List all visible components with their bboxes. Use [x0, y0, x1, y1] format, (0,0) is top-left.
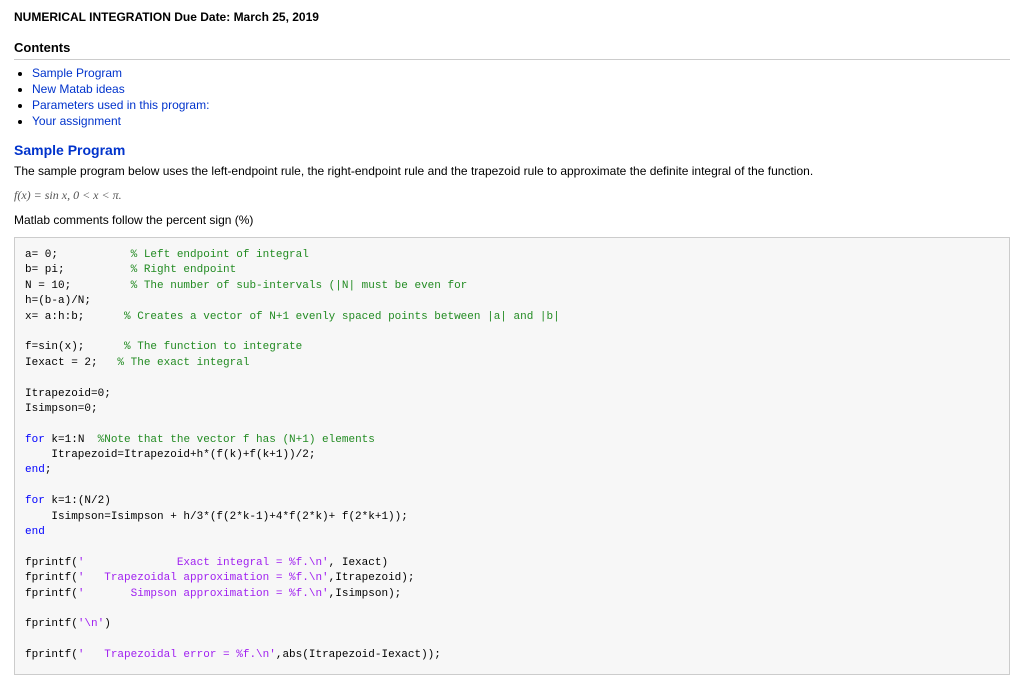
code-text: Itrapezoid=Itrapezoid+h*(f(k)+f(k+1))/2; [25, 449, 315, 461]
code-text: fprintf( [25, 588, 78, 600]
code-text: ,abs(Itrapezoid-Iexact)); [276, 649, 441, 661]
toc-link-your-assignment[interactable]: Your assignment [32, 114, 121, 128]
code-text: k=1:(N/2) [45, 495, 111, 507]
matlab-comment-note: Matlab comments follow the percent sign … [14, 213, 1010, 227]
toc-item: Sample Program [32, 66, 1010, 80]
divider [14, 59, 1010, 60]
code-comment: % Right endpoint [131, 264, 237, 276]
code-keyword: for [25, 495, 45, 507]
code-text: k=1:N [45, 434, 98, 446]
code-comment: % Left endpoint of integral [131, 249, 309, 261]
toc-list: Sample Program New Matab ideas Parameter… [32, 66, 1010, 128]
code-comment: % Creates a vector of N+1 evenly spaced … [124, 311, 560, 323]
code-text: f=sin(x); [25, 341, 124, 353]
code-text: fprintf( [25, 618, 78, 630]
toc-item: New Matab ideas [32, 82, 1010, 96]
code-text: fprintf( [25, 557, 78, 569]
code-text: x= a:h:b; [25, 311, 124, 323]
code-text: fprintf( [25, 649, 78, 661]
code-comment: % The exact integral [117, 357, 249, 369]
math-expression: f(x) = sin x, 0 < x < π. [14, 188, 1010, 203]
code-block: a= 0; % Left endpoint of integral b= pi;… [14, 237, 1010, 675]
code-text: b= pi; [25, 264, 131, 276]
code-string: '\n' [78, 618, 104, 630]
code-text: ) [104, 618, 111, 630]
toc-link-new-matlab-ideas[interactable]: New Matab ideas [32, 82, 125, 96]
code-string: ' Trapezoidal approximation = %f.\n' [78, 572, 329, 584]
code-text: h=(b-a)/N; [25, 295, 91, 307]
code-string: ' Exact integral = %f.\n' [78, 557, 329, 569]
code-text: ,Itrapezoid); [329, 572, 415, 584]
toc-link-sample-program[interactable]: Sample Program [32, 66, 122, 80]
code-string: ' Trapezoidal error = %f.\n' [78, 649, 276, 661]
toc-link-parameters[interactable]: Parameters used in this program: [32, 98, 209, 112]
code-comment: %Note that the vector f has (N+1) elemen… [98, 434, 375, 446]
code-text: Iexact = 2; [25, 357, 117, 369]
toc-item: Your assignment [32, 114, 1010, 128]
code-comment: % The function to integrate [124, 341, 302, 353]
code-text: Isimpson=Isimpson + h/3*(f(2*k-1)+4*f(2*… [25, 511, 408, 523]
code-text: ; [45, 464, 52, 476]
page-title: NUMERICAL INTEGRATION Due Date: March 25… [14, 10, 1010, 24]
code-text: N = 10; [25, 280, 131, 292]
sample-program-heading: Sample Program [14, 142, 1010, 158]
code-keyword: for [25, 434, 45, 446]
code-text: a= 0; [25, 249, 131, 261]
code-text: Isimpson=0; [25, 403, 98, 415]
sample-program-intro: The sample program below uses the left-e… [14, 164, 1010, 178]
code-keyword: end [25, 526, 45, 538]
code-text: ,Isimpson); [329, 588, 402, 600]
code-string: ' Simpson approximation = %f.\n' [78, 588, 329, 600]
code-keyword: end [25, 464, 45, 476]
code-comment: % The number of sub-intervals (|N| must … [131, 280, 468, 292]
code-text: fprintf( [25, 572, 78, 584]
toc-item: Parameters used in this program: [32, 98, 1010, 112]
contents-heading: Contents [14, 40, 1010, 55]
code-text: Itrapezoid=0; [25, 388, 111, 400]
code-text: , Iexact) [329, 557, 388, 569]
